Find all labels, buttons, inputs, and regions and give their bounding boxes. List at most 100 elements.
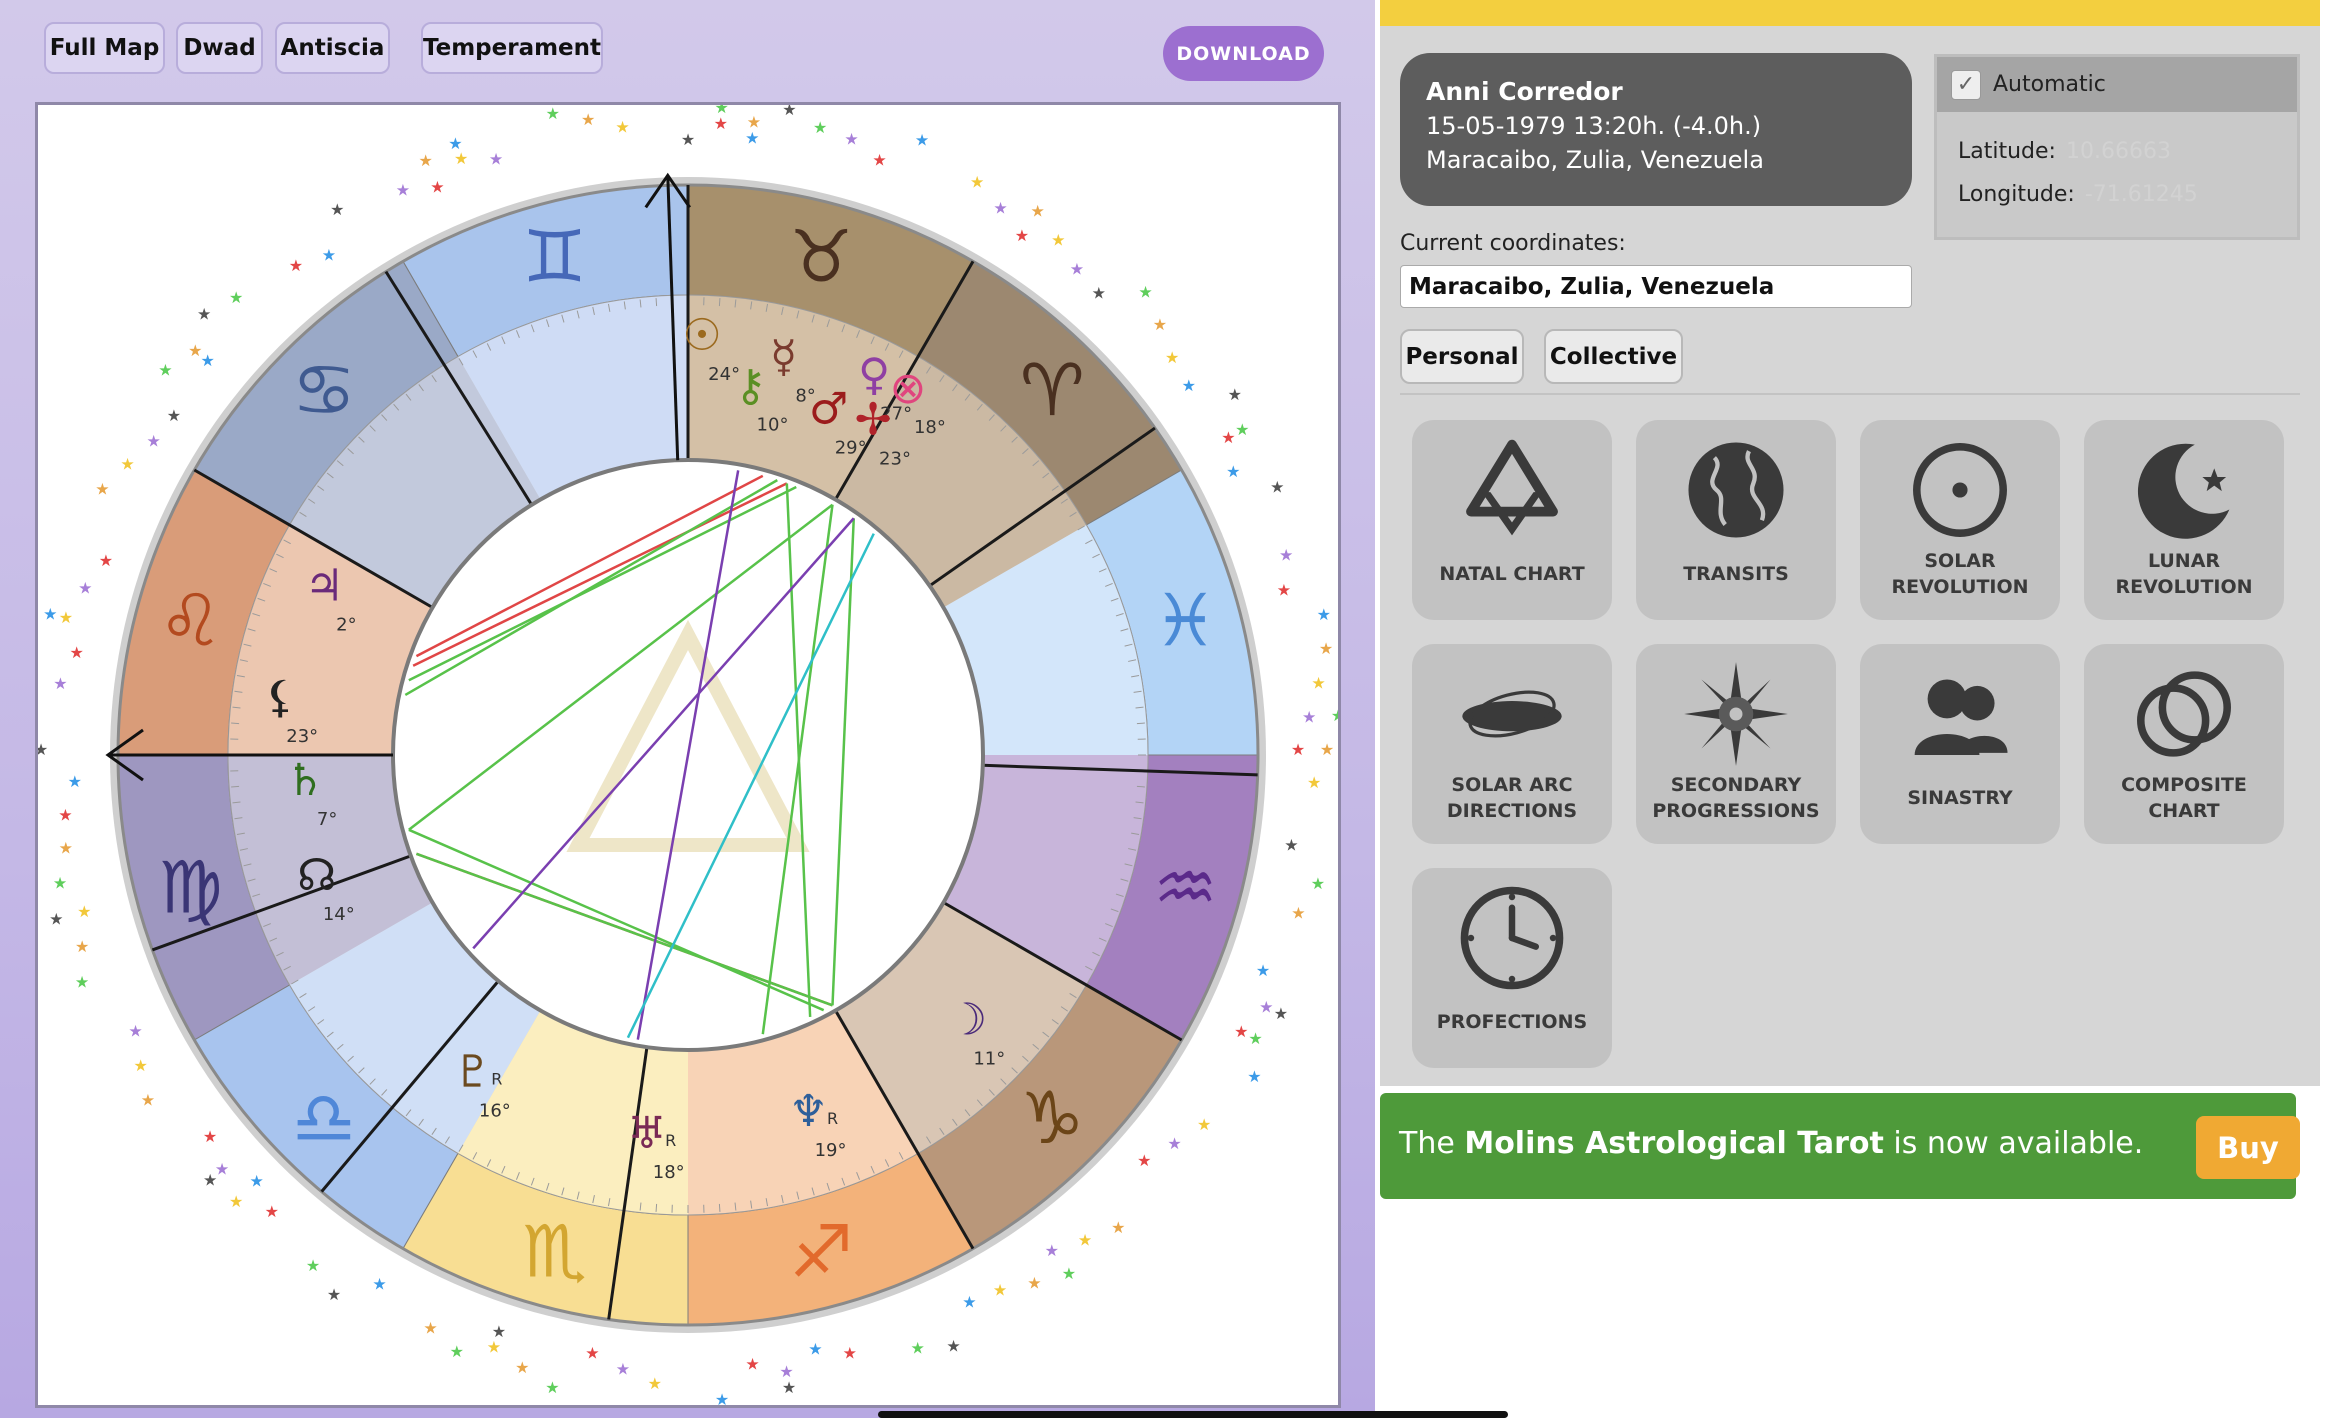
decor-star: ★ [745,128,759,147]
decor-star: ★ [1302,707,1316,726]
decor-star: ★ [289,256,303,275]
decor-star: ★ [68,772,82,791]
solar-revolution-tile[interactable]: SOLAR REVOLUTION [1860,420,2060,620]
planet-degree-chiron: 10° [757,414,789,435]
retrograde-marker: R [827,1109,838,1128]
natal-chart-icon [1466,439,1558,536]
clock-icon [1460,886,1564,990]
decor-star: ★ [911,1338,925,1357]
temperament-button[interactable]: Temperament [421,22,603,74]
decor-star: ★ [1317,605,1331,624]
promo-highlight[interactable]: Molins Astrological Tarot [1464,1126,1884,1161]
chart-wheel-svg: ♈♉♊♋♌♍♎♏ ♐♑♒♓☉24° ☿8° ♀27°⚷10° ♂29°⊗18°✢23°♃… [38,105,1338,1405]
decor-star: ★ [1259,997,1273,1016]
decor-star: ★ [58,805,72,824]
planet-moon: ☽ [948,994,987,1045]
decor-star: ★ [229,288,243,307]
transits-tile[interactable]: TRANSITS [1636,420,1836,620]
degree-tick [231,785,240,788]
decor-star: ★ [201,351,215,370]
sign-glyph-leo: ♌ [158,579,223,663]
decor-star: ★ [306,1256,320,1275]
decor-star: ★ [545,1378,559,1397]
personal-button[interactable]: Personal [1400,329,1524,384]
decor-star: ★ [418,151,432,170]
planet-degree-saturn: 7° [317,809,337,830]
decor-star: ★ [322,246,336,265]
decor-star: ★ [1284,836,1298,855]
collective-button[interactable]: Collective [1544,329,1683,384]
decor-star: ★ [1291,904,1305,923]
planet-degree-uranus: 18° [653,1162,685,1183]
decor-star: ★ [1226,462,1240,481]
antiscia-button[interactable]: Antiscia [275,22,390,74]
promo-suffix: is now available. [1883,1126,2144,1161]
globe-icon [1688,442,1784,538]
decor-star: ★ [1062,1264,1076,1283]
current-coordinates-input[interactable]: Maracaibo, Zulia, Venezuela [1400,265,1912,308]
decor-star: ★ [1319,639,1333,658]
decor-star: ★ [78,578,92,597]
decor-star: ★ [970,172,984,191]
decor-star: ★ [75,973,89,992]
sign-glyph-capricorn: ♑ [1020,1076,1085,1160]
lunar-revolution-label: LUNAR REVOLUTION [2115,550,2253,598]
automatic-label: Automatic [1993,72,2106,97]
full-map-button[interactable]: Full Map [44,22,165,74]
decor-star: ★ [1331,706,1338,725]
natal-chart-tile[interactable]: NATAL CHART [1412,420,1612,620]
latitude-input[interactable]: 10.66663 [2066,139,2171,164]
decor-star: ★ [1092,284,1106,303]
automatic-checkbox[interactable]: ✓ [1951,69,1981,100]
buy-button[interactable]: Buy [2196,1116,2300,1179]
decor-star: ★ [77,902,91,921]
decor-star: ★ [1221,428,1235,447]
planet-lilith: ⚸ [264,672,296,723]
decor-star: ★ [69,643,83,662]
decor-star: ★ [1279,546,1293,565]
composite-chart-tile[interactable]: COMPOSITE CHART [2084,644,2284,844]
decor-star: ★ [813,118,827,137]
decor-star: ★ [75,937,89,956]
decor-star: ★ [616,1360,630,1379]
profections-tile[interactable]: PROFECTIONS [1412,868,1612,1068]
decor-star: ★ [915,130,929,149]
decor-star: ★ [648,1374,662,1393]
automatic-toggle[interactable]: ✓ Automatic [1937,57,2297,112]
sinastry-tile[interactable]: SINASTRY [1860,644,2060,844]
orbit-icon [1462,690,1562,738]
dwad-button[interactable]: Dwad [176,22,263,74]
decor-star: ★ [229,1192,243,1211]
planet-degree-part-of-fortune: 18° [914,417,946,438]
lunar-revolution-tile[interactable]: LUNAR REVOLUTION [2084,420,2284,620]
planet-mars: ♂ [809,384,848,435]
decor-star: ★ [1311,674,1325,693]
planet-degree-vertex: 23° [879,449,911,470]
solar-revolution-label: SOLAR REVOLUTION [1891,550,2029,598]
decor-star: ★ [43,604,57,623]
planet-chiron: ⚷ [734,360,766,411]
decor-star: ★ [53,674,67,693]
transits-label: TRANSITS [1683,563,1789,585]
decor-star: ★ [489,149,503,168]
decor-star: ★ [197,304,211,323]
planet-jupiter: ♃ [305,561,344,612]
download-button[interactable]: DOWNLOAD [1163,26,1324,81]
solar-arc-directions-tile[interactable]: SOLAR ARC DIRECTIONS [1412,644,1612,844]
secondary-progressions-tile[interactable]: SECONDARY PROGRESSIONS [1636,644,1836,844]
decor-star: ★ [585,1343,599,1362]
planet-saturn: ♄ [285,755,324,806]
decor-star: ★ [1247,1067,1261,1086]
current-coordinates-label: Current coordinates: [1400,231,1626,256]
degree-tick [1136,785,1145,788]
profile-name: Anni Corredor [1426,77,1623,106]
decor-star: ★ [615,117,629,136]
longitude-input[interactable]: -71.61245 [2085,182,2198,207]
planet-degree-node: 14° [323,904,355,925]
planet-uranus: ♅ [627,1108,666,1159]
check-icon: ✓ [1956,72,1976,97]
decor-star: ★ [167,406,181,425]
decor-star: ★ [99,551,113,570]
profections-label: PROFECTIONS [1436,1011,1588,1033]
planet-sun: ☉ [682,310,721,361]
